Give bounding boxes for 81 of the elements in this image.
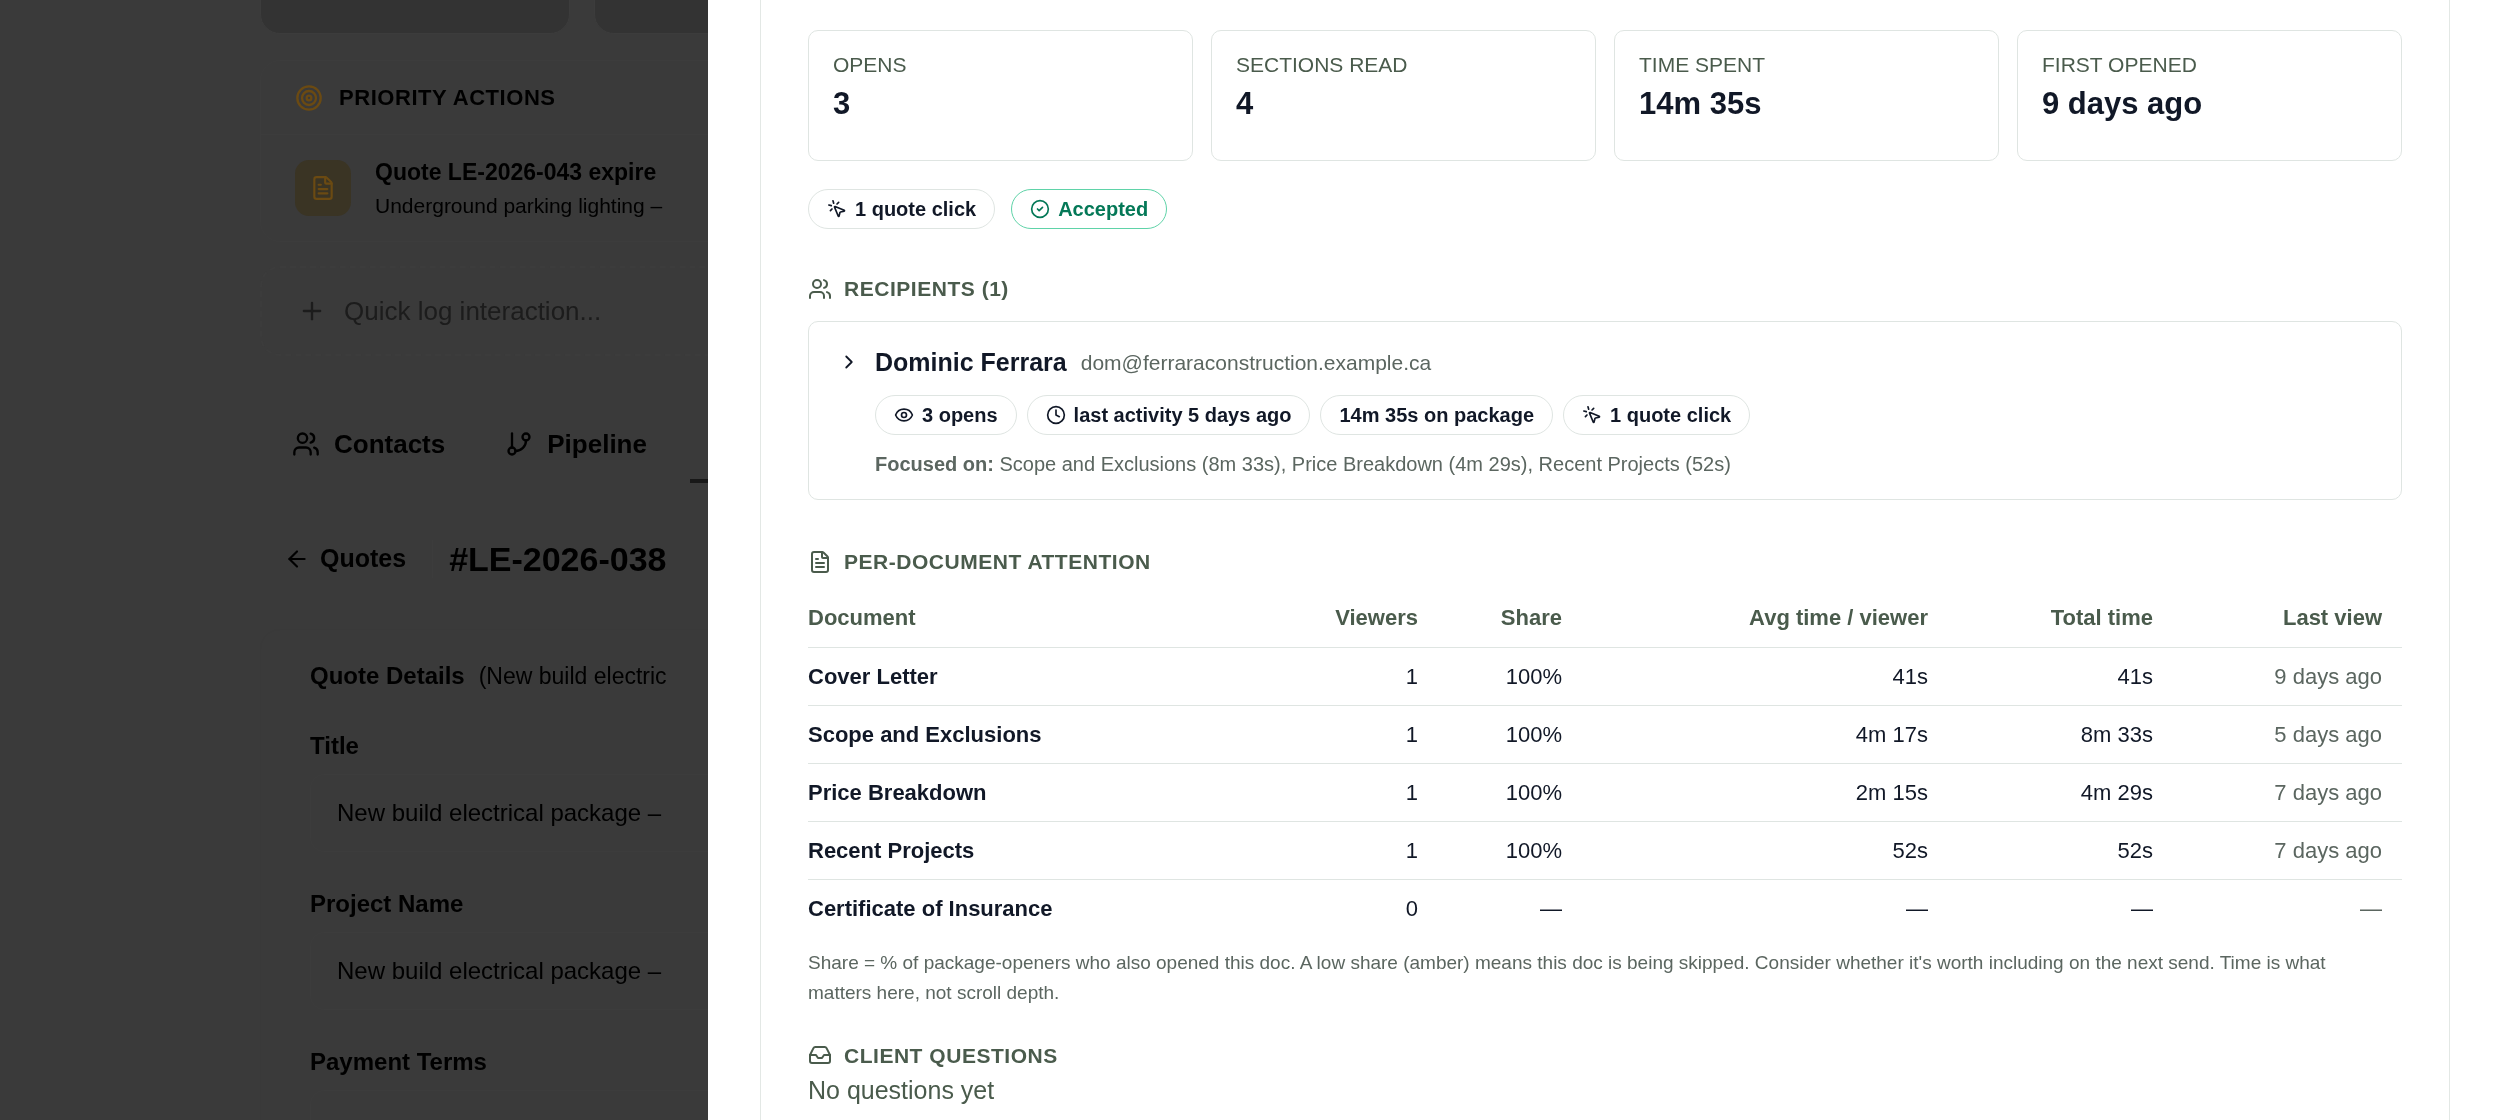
eye-icon — [894, 405, 914, 425]
field-label: Title — [310, 731, 360, 761]
tab[interactable]: Contacts — [292, 423, 446, 483]
table-cell-text: 41s — [2116, 662, 2153, 691]
people-icon — [292, 430, 320, 458]
table-cell-text: — — [2359, 895, 2382, 923]
section-heading: PER-DOCUMENT ATTENTION — [844, 549, 1151, 575]
table-cell-text: — — [1905, 895, 1928, 923]
column-header: Share — [1499, 603, 1562, 632]
action-title[interactable]: Quote LE-2026-043 expire — [375, 155, 663, 190]
field-label: Project Name — [310, 889, 465, 919]
document-icon — [808, 549, 832, 574]
table-cell-text: 52s — [1891, 836, 1928, 865]
stat-value: 9 days ago — [2042, 84, 2204, 123]
stat-value: 3 — [833, 84, 852, 123]
document-icon — [295, 160, 351, 216]
target-icon — [295, 83, 323, 112]
column-header: Total time — [2049, 603, 2153, 632]
recipient-email: dom@ferraraconstruction.example.ca — [1080, 349, 1432, 376]
info-chip: 14m 35s on package — [1320, 395, 1554, 435]
action-subtitle: Underground parking lighting – — [375, 192, 663, 219]
stat-label: OPENS — [833, 52, 908, 78]
table-cell-text: Recent Projects — [808, 836, 976, 865]
table-cell-text: 1 — [1404, 836, 1418, 865]
quote-number: #LE-2026-038 — [449, 538, 667, 580]
info-chip: Accepted — [1011, 189, 1168, 229]
table-cell-text: 8m 33s — [2079, 720, 2153, 749]
table-cell-text: 1 — [1404, 720, 1418, 749]
table-cell-text: 100% — [1504, 662, 1562, 691]
table-cell-text: 9 days ago — [2273, 662, 2382, 691]
table-footnote: Share = % of package-openers who also opened this doc. A low share (amber) means this doc is being skipped. Consider whether it's worth including on the next send. Time is what matters here, not scroll depth. — [808, 950, 2327, 1005]
table-cell-text: 5 days ago — [2273, 720, 2382, 749]
section-title: PRIORITY ACTIONS — [339, 84, 556, 112]
table-cell-text: 2m 15s — [1854, 778, 1928, 807]
table-cell-text: 7 days ago — [2273, 778, 2382, 807]
table-cell-text: 100% — [1504, 778, 1562, 807]
table-cell-text: 0 — [1404, 895, 1418, 923]
empty-state-text: No questions yet — [808, 1075, 996, 1105]
stat-value: 4 — [1236, 84, 1255, 123]
stat-value: 14m 35s — [1639, 84, 1763, 123]
people-icon — [808, 276, 832, 301]
table-cell-text: 41s — [1891, 662, 1928, 691]
check-circle-icon — [1030, 199, 1051, 219]
table-cell-text: — — [2130, 895, 2153, 923]
table-cell-text: 1 — [1404, 778, 1418, 807]
table-cell-text: 4m 29s — [2079, 778, 2153, 807]
info-chip: 1 quote click — [1563, 395, 1751, 435]
table-cell-text: Cover Letter — [808, 662, 939, 691]
info-chip: last activity 5 days ago — [1026, 395, 1311, 435]
table-cell-text: 52s — [2116, 836, 2153, 865]
table-cell-text: 100% — [1504, 720, 1562, 749]
stat-label: SECTIONS READ — [1236, 52, 1409, 78]
table-cell-text: 7 days ago — [2273, 836, 2382, 865]
tab[interactable]: Pipeline — [505, 423, 647, 483]
clock-icon — [1045, 405, 1066, 425]
info-chip: 1 quote click — [808, 189, 996, 229]
branch-icon — [505, 430, 534, 458]
stat-label: FIRST OPENED — [2042, 52, 2198, 78]
pointer-click-icon — [1582, 405, 1603, 425]
table-cell-text: Certificate of Insurance — [808, 895, 1054, 923]
focused-on-text: Focused on: Scope and Exclusions (8m 33s), Price Breakdown (4m 29s), Recent Projects (52s) — [875, 453, 1731, 475]
card-subtitle: (New build electric — [478, 662, 667, 691]
stat-label: TIME SPENT — [1639, 52, 1766, 78]
column-header: Document — [808, 603, 917, 632]
table-cell-text: — — [1539, 895, 1562, 923]
table-cell-text: 4m 17s — [1854, 720, 1928, 749]
table-cell-text: 1 — [1404, 662, 1418, 691]
back-link[interactable]: Quotes — [284, 540, 434, 578]
section-heading: RECIPIENTS (1) — [844, 276, 1009, 302]
field-label: Payment Terms — [310, 1047, 488, 1077]
column-header: Viewers — [1334, 603, 1418, 632]
card-title: Quote Details — [310, 661, 465, 691]
info-chip: 3 opens — [875, 395, 1017, 435]
table-cell-text: 100% — [1504, 836, 1562, 865]
section-heading: CLIENT QUESTIONS — [844, 1042, 1058, 1069]
pointer-click-icon — [827, 199, 847, 219]
column-header: Last view — [2281, 603, 2382, 632]
table-cell-text: Scope and Exclusions — [808, 720, 1043, 749]
table-cell-text: Price Breakdown — [808, 778, 988, 807]
recipient-name: Dominic Ferrara — [875, 346, 1067, 378]
column-header: Avg time / viewer — [1748, 603, 1928, 632]
